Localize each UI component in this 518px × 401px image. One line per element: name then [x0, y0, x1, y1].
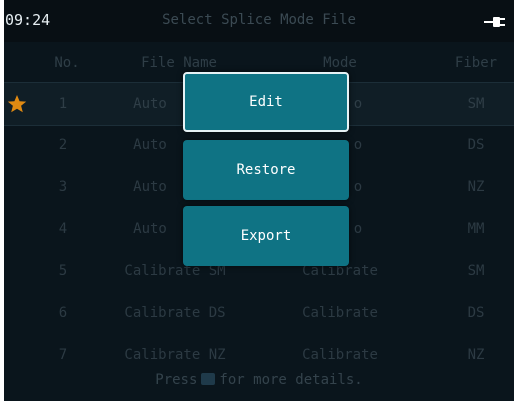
splice-file-screen: 09:24 Select Splice Mode File No. File N…: [4, 0, 514, 401]
row-no: 1: [58, 96, 68, 112]
row-file-name: Calibrate DS: [124, 305, 226, 321]
row-file-name: Calibrate NZ: [124, 347, 226, 363]
row-no: 5: [58, 263, 68, 279]
row-fiber: DS: [467, 137, 485, 153]
star-icon: [7, 95, 27, 113]
row-fiber: DS: [467, 305, 485, 321]
table-row[interactable]: 6 Calibrate DS Calibrate DS: [4, 292, 514, 334]
row-mode: o: [353, 96, 363, 112]
export-button[interactable]: Export: [183, 206, 349, 266]
row-no: 7: [58, 347, 68, 363]
row-no: 4: [58, 221, 68, 237]
screen-title: Select Splice Mode File: [162, 12, 356, 28]
row-no: 3: [58, 179, 68, 195]
row-mode: o: [353, 137, 363, 153]
row-file-name: Auto: [133, 96, 167, 112]
plug-icon: [484, 17, 505, 27]
row-fiber: SM: [467, 263, 485, 279]
footer-rest-text: for more details.: [219, 372, 363, 388]
row-mode: o: [353, 221, 363, 237]
row-file-name: Auto: [133, 179, 167, 195]
restore-button[interactable]: Restore: [183, 140, 349, 200]
row-no: 6: [58, 305, 68, 321]
row-fiber: NZ: [467, 179, 485, 195]
row-mode: Calibrate: [302, 347, 378, 363]
row-mode: o: [353, 179, 363, 195]
status-bar: 09:24 Select Splice Mode File: [4, 0, 514, 42]
row-mode: Calibrate: [302, 305, 378, 321]
row-file-name: Auto: [133, 137, 167, 153]
row-no: 2: [58, 137, 68, 153]
table-row[interactable]: 7 Calibrate NZ Calibrate NZ: [4, 334, 514, 376]
footer-hint: Press for more details.: [4, 372, 514, 388]
header-mode: Mode: [323, 55, 357, 71]
footer-press-text: Press: [155, 372, 198, 388]
row-fiber: MM: [467, 221, 485, 237]
row-fiber: NZ: [467, 347, 485, 363]
header-file-name: File Name: [141, 55, 217, 71]
info-key-icon: [201, 373, 216, 385]
edit-button[interactable]: Edit: [183, 72, 349, 132]
header-fiber: Fiber: [454, 55, 498, 71]
row-fiber: SM: [467, 96, 485, 112]
header-no: No.: [54, 55, 80, 71]
row-file-name: Auto: [133, 221, 167, 237]
